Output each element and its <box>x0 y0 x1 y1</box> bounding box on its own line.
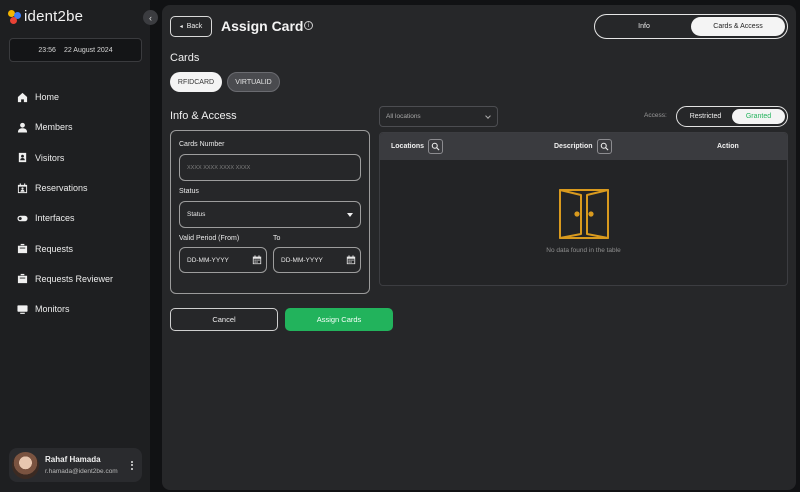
locations-table: Locations Description Action No data fou… <box>379 132 788 286</box>
user-email: r.hamada@ident2be.com <box>45 468 118 475</box>
tab-info[interactable]: Info <box>597 17 691 36</box>
more-options-icon[interactable] <box>128 460 136 470</box>
back-label: Back <box>186 23 203 30</box>
column-label: Action <box>717 143 739 150</box>
column-action: Action <box>717 133 739 160</box>
caret-down-icon <box>347 212 353 217</box>
valid-from-label: Valid Period (From) <box>179 235 240 242</box>
badge-icon <box>18 153 27 163</box>
cancel-button[interactable]: Cancel <box>170 308 278 331</box>
sidebar-item-members[interactable]: Members <box>17 112 142 142</box>
monitor-icon <box>17 305 28 314</box>
calendar-icon[interactable] <box>346 255 356 265</box>
sidebar-item-label: Requests Reviewer <box>35 273 114 284</box>
sidebar-item-requests[interactable]: Requests <box>17 233 142 263</box>
cards-number-input[interactable]: XXXX XXXX XXXX XXXX <box>179 154 361 181</box>
search-icon[interactable] <box>596 139 612 154</box>
page-title: Assign Card <box>221 18 304 34</box>
tab-cards-access[interactable]: Cards & Access <box>691 17 785 36</box>
view-tabs: Info Cards & Access <box>594 14 788 39</box>
valid-to-label: To <box>273 235 281 242</box>
valid-to-date-input[interactable]: DD-MM-YYYY <box>273 247 361 273</box>
sidebar: ident2be 23:56 22 August 2024 Home Membe… <box>0 0 150 492</box>
access-option-granted[interactable]: Granted <box>732 109 785 124</box>
locations-select-value: All locations <box>386 113 421 120</box>
inbox-review-icon <box>17 274 28 284</box>
chevron-left-icon[interactable]: ‹ <box>143 10 158 25</box>
chevron-down-icon <box>485 113 491 119</box>
status-label: Status <box>179 188 199 195</box>
card-type-rfidcard[interactable]: RFIDCARD <box>170 72 222 92</box>
calendar-icon[interactable] <box>252 255 262 265</box>
sidebar-item-label: Interfaces <box>35 213 75 224</box>
clock-time: 23:56 <box>38 46 56 54</box>
empty-message: No data found in the table <box>546 247 621 254</box>
valid-from-placeholder: DD-MM-YYYY <box>187 256 229 264</box>
assign-cards-button[interactable]: Assign Cards <box>285 308 393 331</box>
sidebar-item-label: Home <box>35 92 60 103</box>
sidebar-item-requests-reviewer[interactable]: Requests Reviewer <box>17 264 142 294</box>
column-locations: Locations <box>391 133 444 160</box>
cards-heading: Cards <box>170 52 200 64</box>
home-icon <box>17 92 28 102</box>
sidebar-item-label: Monitors <box>35 304 70 315</box>
column-label: Description <box>554 143 593 150</box>
open-door-icon <box>558 189 609 239</box>
user-profile-card[interactable]: Rahaf Hamada r.hamada@ident2be.com <box>9 448 142 482</box>
sidebar-item-home[interactable]: Home <box>17 82 142 112</box>
sidebar-item-monitors[interactable]: Monitors <box>17 294 142 324</box>
app-name: ident2be <box>24 8 84 25</box>
search-icon[interactable] <box>428 139 444 154</box>
card-form: Cards Number XXXX XXXX XXXX XXXX Status … <box>170 130 370 294</box>
sidebar-item-reservations[interactable]: Reservations <box>17 173 142 203</box>
logo-icon <box>8 9 22 24</box>
datetime-display: 23:56 22 August 2024 <box>9 38 142 62</box>
card-type-virtualid[interactable]: VIRTUALID <box>227 72 280 92</box>
locations-select[interactable]: All locations <box>379 106 498 127</box>
sidebar-item-label: Members <box>35 122 73 133</box>
inbox-icon <box>17 244 28 254</box>
status-select[interactable]: Status <box>179 201 361 228</box>
table-header: Locations Description Action <box>380 133 787 160</box>
user-name: Rahaf Hamada <box>45 455 101 464</box>
status-select-value: Status <box>187 211 206 218</box>
back-button[interactable]: ◂ Back <box>170 16 212 37</box>
toggle-icon <box>17 215 28 222</box>
clock-date: 22 August 2024 <box>63 46 113 54</box>
calendar-person-icon <box>17 182 28 193</box>
person-icon <box>17 122 28 133</box>
valid-to-placeholder: DD-MM-YYYY <box>281 256 323 264</box>
sidebar-item-label: Reservations <box>35 183 88 194</box>
column-description: Description <box>554 133 612 160</box>
main-panel: ◂ Back Assign Card i Info Cards & Access… <box>162 5 796 490</box>
info-access-heading: Info & Access <box>170 110 237 122</box>
valid-from-date-input[interactable]: DD-MM-YYYY <box>179 247 267 273</box>
avatar <box>12 451 39 479</box>
empty-state: No data found in the table <box>380 187 787 254</box>
sidebar-item-label: Requests <box>35 243 74 254</box>
access-toggle: Restricted Granted <box>676 106 788 127</box>
chevron-left-small-icon: ◂ <box>179 24 183 30</box>
app-logo[interactable]: ident2be <box>8 8 83 25</box>
access-label: Access: <box>644 112 667 119</box>
column-label: Locations <box>391 143 425 150</box>
sidebar-item-visitors[interactable]: Visitors <box>17 143 142 173</box>
access-option-restricted[interactable]: Restricted <box>679 109 732 124</box>
cards-number-label: Cards Number <box>179 141 225 148</box>
sidebar-item-interfaces[interactable]: Interfaces <box>17 203 142 233</box>
sidebar-nav: Home Members Visitors Reservations Inter… <box>17 82 142 324</box>
sidebar-item-label: Visitors <box>35 152 65 163</box>
info-icon[interactable]: i <box>304 21 313 30</box>
